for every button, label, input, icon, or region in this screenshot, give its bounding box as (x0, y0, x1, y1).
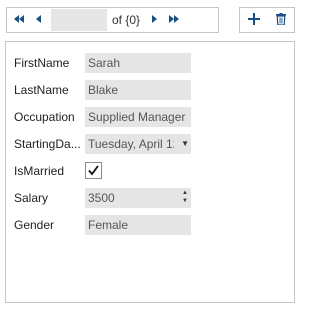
spin-arrows-icon[interactable]: ▲ ▼ (182, 189, 188, 205)
add-new-button[interactable] (243, 9, 265, 31)
salary-row: Salary 3500 ▲ ▼ (6, 188, 294, 208)
is-married-checkbox[interactable] (85, 162, 102, 179)
left-arrow-icon (36, 15, 42, 25)
dropdown-arrow-icon[interactable]: ▼ (181, 134, 189, 154)
starting-date-value: Tuesday, April 12 (88, 137, 174, 151)
starting-date-label: StartingDa... (14, 137, 81, 151)
current-position-input[interactable] (51, 9, 107, 31)
is-married-label: IsMarried (14, 164, 65, 178)
move-first-button[interactable] (9, 8, 29, 32)
move-next-button[interactable] (144, 8, 164, 32)
salary-value: 3500 (88, 191, 115, 205)
last-name-field[interactable]: Blake (85, 80, 191, 100)
edit-toolbar (239, 7, 295, 33)
starting-date-row: StartingDa... Tuesday, April 12 ▼ (6, 134, 294, 154)
record-count-text: of {0} (112, 13, 141, 27)
double-right-arrow-icon (168, 15, 180, 25)
gender-row: Gender Female (6, 215, 294, 235)
move-previous-button[interactable] (29, 8, 49, 32)
salary-spinner[interactable]: 3500 ▲ ▼ (85, 188, 191, 208)
gender-label: Gender (14, 218, 55, 232)
move-last-button[interactable] (164, 8, 184, 32)
salary-label: Salary (14, 191, 49, 205)
first-name-row: FirstName Sarah (6, 53, 294, 73)
last-name-row: LastName Blake (6, 80, 294, 100)
starting-date-picker[interactable]: Tuesday, April 12 ▼ (85, 134, 191, 154)
data-form: FirstName Sarah LastName Blake Occupatio… (5, 41, 295, 303)
double-left-arrow-icon (13, 15, 25, 25)
plus-icon (247, 12, 260, 28)
is-married-row: IsMarried (6, 161, 294, 181)
right-arrow-icon (151, 15, 158, 25)
last-name-label: LastName (14, 83, 69, 97)
occupation-row: Occupation Supplied Manager (6, 107, 294, 127)
trash-icon (275, 12, 286, 28)
record-navigator: of {0} (6, 7, 219, 33)
first-name-field[interactable]: Sarah (85, 53, 191, 73)
gender-field[interactable]: Female (85, 215, 191, 235)
first-name-label: FirstName (14, 56, 70, 70)
occupation-label: Occupation (14, 110, 75, 124)
delete-button[interactable] (270, 9, 292, 31)
occupation-field[interactable]: Supplied Manager (85, 107, 191, 127)
